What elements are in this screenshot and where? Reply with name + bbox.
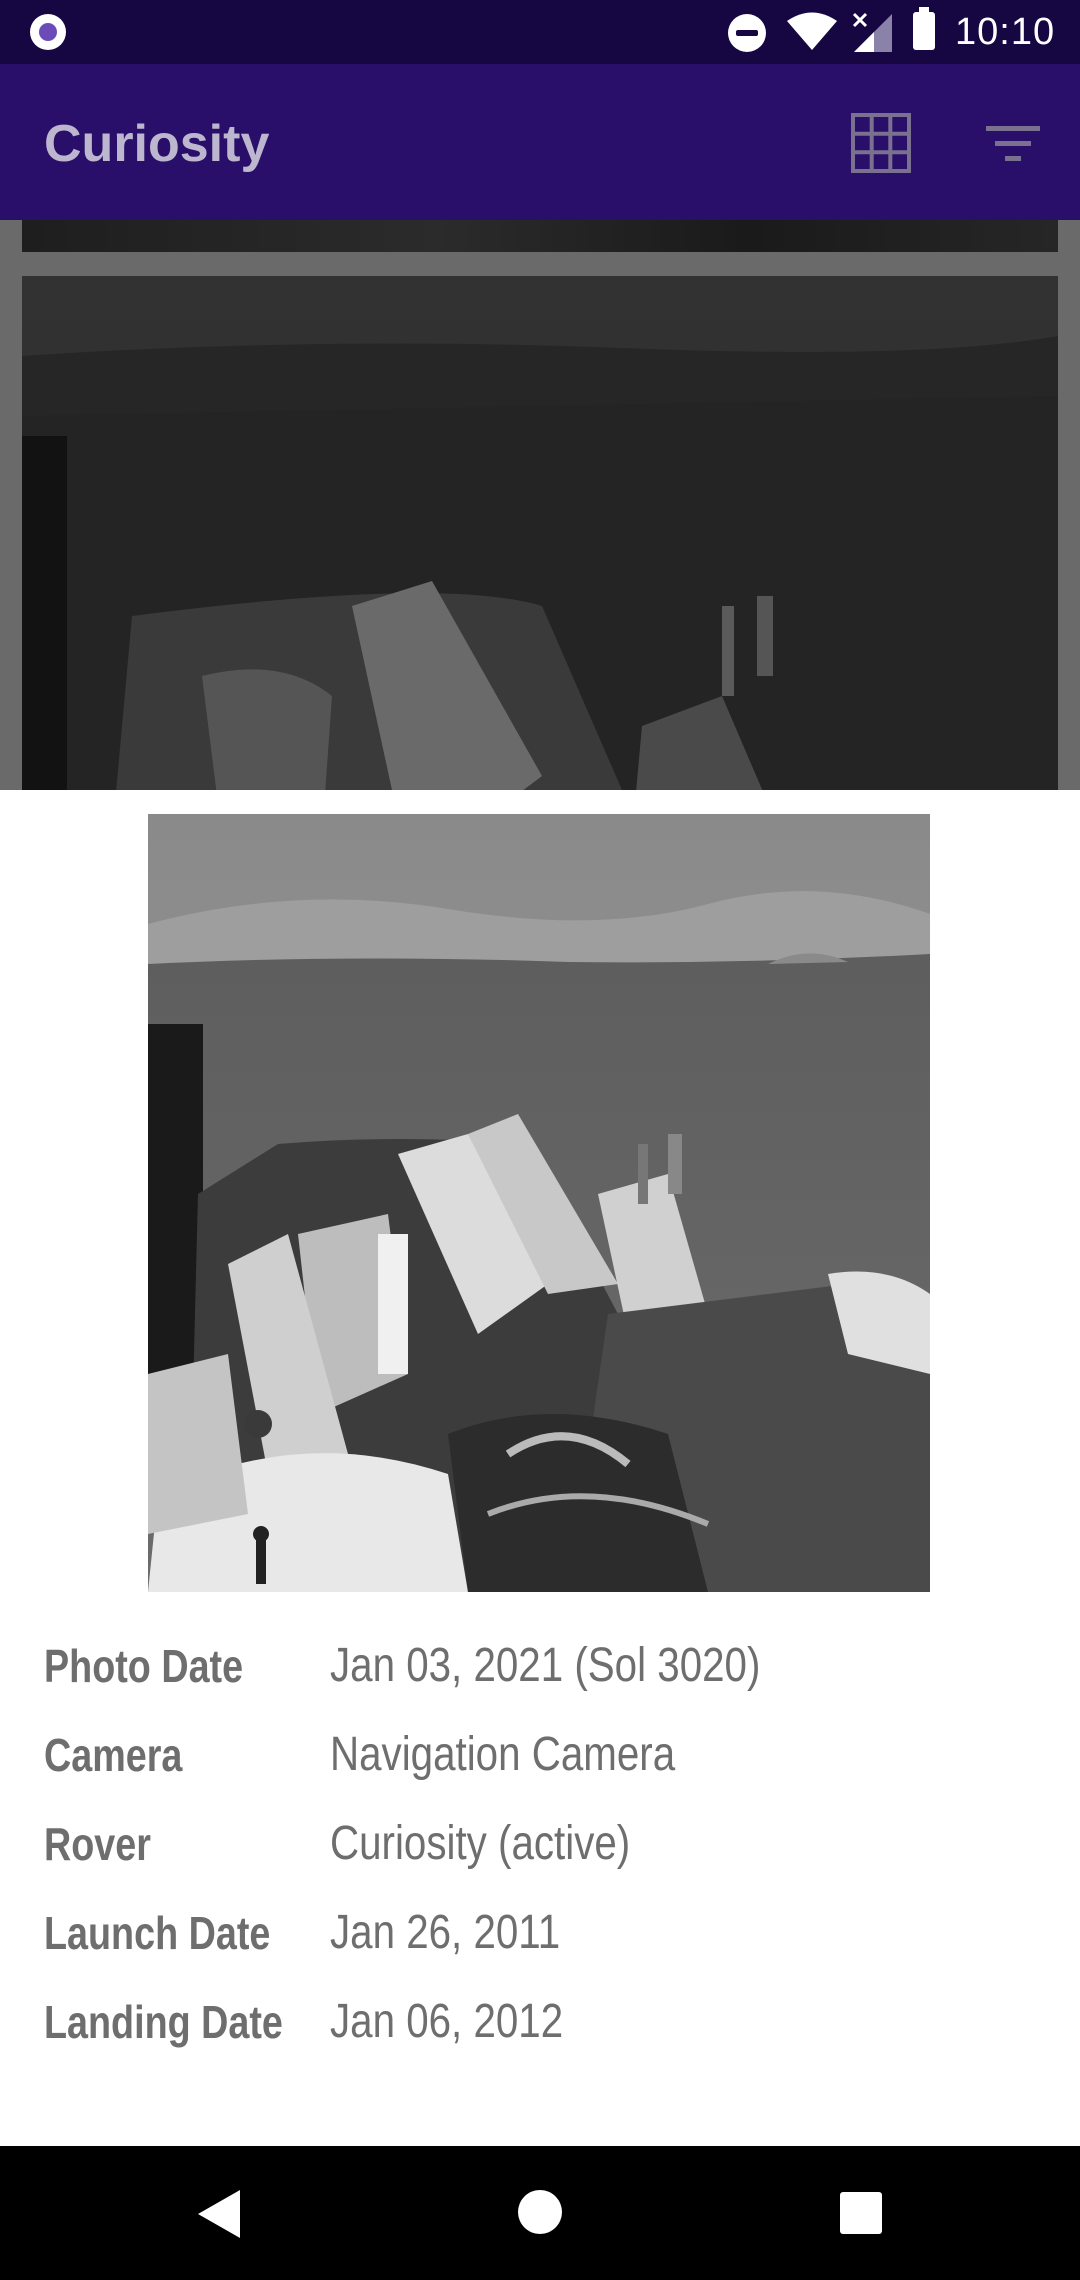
do-not-disturb-icon <box>728 14 766 52</box>
recents-icon[interactable] <box>840 2192 882 2234</box>
detail-value: Jan 03, 2021 (Sol 3020) <box>330 1639 761 1692</box>
signal-icon <box>852 12 892 52</box>
detail-row-launch-date: Launch Date Jan 26, 2011 <box>44 1905 1044 1994</box>
detail-row-photo-date: Photo Date Jan 03, 2021 (Sol 3020) <box>44 1638 1044 1727</box>
detail-label: Rover <box>44 1818 151 1870</box>
photo-details: Photo Date Jan 03, 2021 (Sol 3020) Camer… <box>44 1638 1044 2083</box>
mars-rover-photo <box>148 814 930 1592</box>
detail-value: Curiosity (active) <box>330 1817 631 1870</box>
app-notification-icon <box>30 14 66 50</box>
photo-thumbnail[interactable] <box>22 276 1058 790</box>
app-title: Curiosity <box>44 115 270 173</box>
navigation-bar <box>0 2146 1080 2280</box>
detail-value: Jan 26, 2011 <box>330 1906 561 1959</box>
back-icon[interactable] <box>196 2188 244 2240</box>
wifi-icon <box>787 12 837 50</box>
photo-detail-sheet: Photo Date Jan 03, 2021 (Sol 3020) Camer… <box>0 790 1080 2146</box>
detail-value: Navigation Camera <box>330 1728 676 1781</box>
detail-row-rover: Rover Curiosity (active) <box>44 1816 1044 1905</box>
photo-thumbnail[interactable] <box>22 220 1058 252</box>
detail-row-camera: Camera Navigation Camera <box>44 1727 1044 1816</box>
detail-label: Camera <box>44 1729 183 1781</box>
status-bar: 10:10 <box>0 0 1080 64</box>
battery-icon <box>913 7 935 50</box>
detail-label: Photo Date <box>44 1640 244 1692</box>
detail-value: Jan 06, 2012 <box>330 1995 564 2048</box>
app-bar: Curiosity <box>0 64 1080 220</box>
background-photo-list <box>0 220 1080 790</box>
detail-label: Launch Date <box>44 1907 271 1959</box>
mars-rover-photo-dimmed <box>22 276 1058 790</box>
home-icon[interactable] <box>518 2190 562 2234</box>
status-time: 10:10 <box>955 11 1056 53</box>
detail-label: Landing Date <box>44 1996 283 2048</box>
rover-photo[interactable] <box>148 814 930 1592</box>
detail-row-landing-date: Landing Date Jan 06, 2012 <box>44 1994 1044 2083</box>
grid-view-icon[interactable] <box>850 112 912 174</box>
filter-icon[interactable] <box>986 122 1040 166</box>
